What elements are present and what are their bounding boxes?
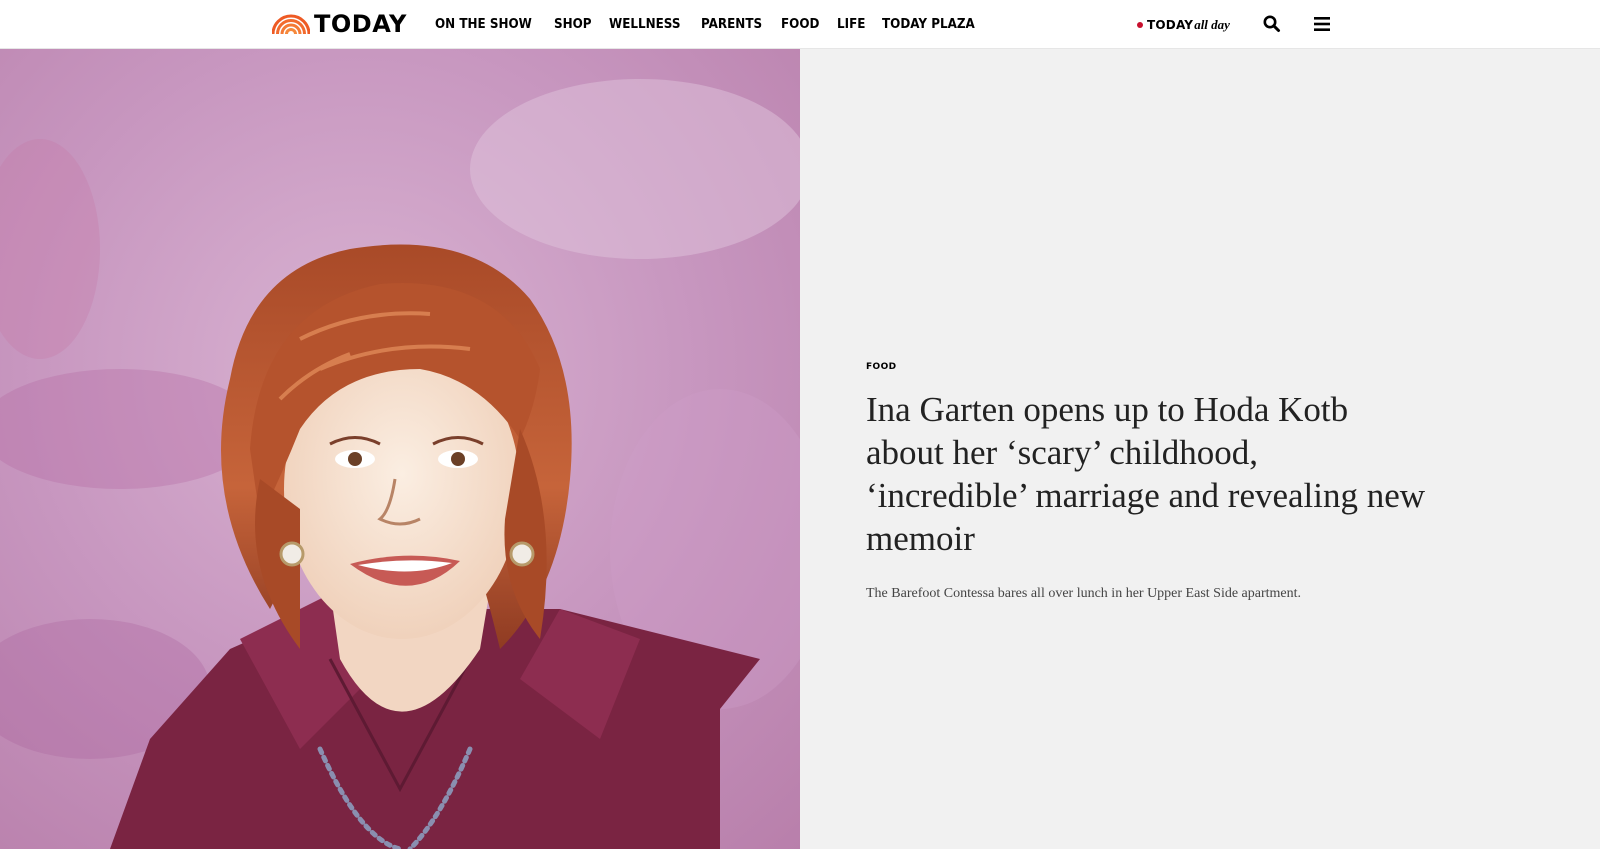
nav-on-the-show[interactable]: ON THE SHOW — [435, 17, 532, 32]
today-all-day-link[interactable]: TODAY all day — [1137, 0, 1230, 49]
allday-brand: TODAY — [1147, 17, 1194, 32]
menu-button[interactable] — [1314, 16, 1330, 32]
article-dek: The Barefoot Contessa bares all over lun… — [866, 586, 1302, 601]
main-nav: ON THE SHOW SHOP WELLNESS PARENTS FOOD L… — [435, 0, 997, 49]
search-icon — [1263, 15, 1280, 32]
hamburger-menu-icon — [1314, 17, 1330, 31]
portrait-illustration — [0, 49, 800, 849]
site-header: TODAY ON THE SHOW SHOP WELLNESS PARENTS … — [0, 0, 1600, 49]
hero-illustration[interactable] — [0, 49, 800, 849]
article-headline[interactable]: Ina Garten opens up to Hoda Kotb about h… — [866, 388, 1426, 560]
nav-life[interactable]: LIFE — [837, 17, 865, 32]
nav-food[interactable]: FOOD — [781, 17, 819, 32]
nav-wellness[interactable]: WELLNESS — [609, 17, 680, 32]
live-indicator-dot — [1137, 21, 1143, 28]
article-teaser: FOOD Ina Garten opens up to Hoda Kotb ab… — [866, 356, 1426, 602]
category-label[interactable]: FOOD — [866, 362, 897, 372]
nav-parents[interactable]: PARENTS — [701, 17, 762, 32]
search-button[interactable] — [1262, 14, 1282, 34]
rainbow-logo-icon — [272, 14, 310, 34]
nav-shop[interactable]: SHOP — [554, 17, 592, 32]
allday-suffix: all day — [1194, 16, 1230, 32]
nav-today-plaza[interactable]: TODAY PLAZA — [882, 17, 975, 32]
logo-wordmark: TODAY — [314, 10, 407, 38]
today-logo[interactable]: TODAY — [272, 11, 407, 37]
